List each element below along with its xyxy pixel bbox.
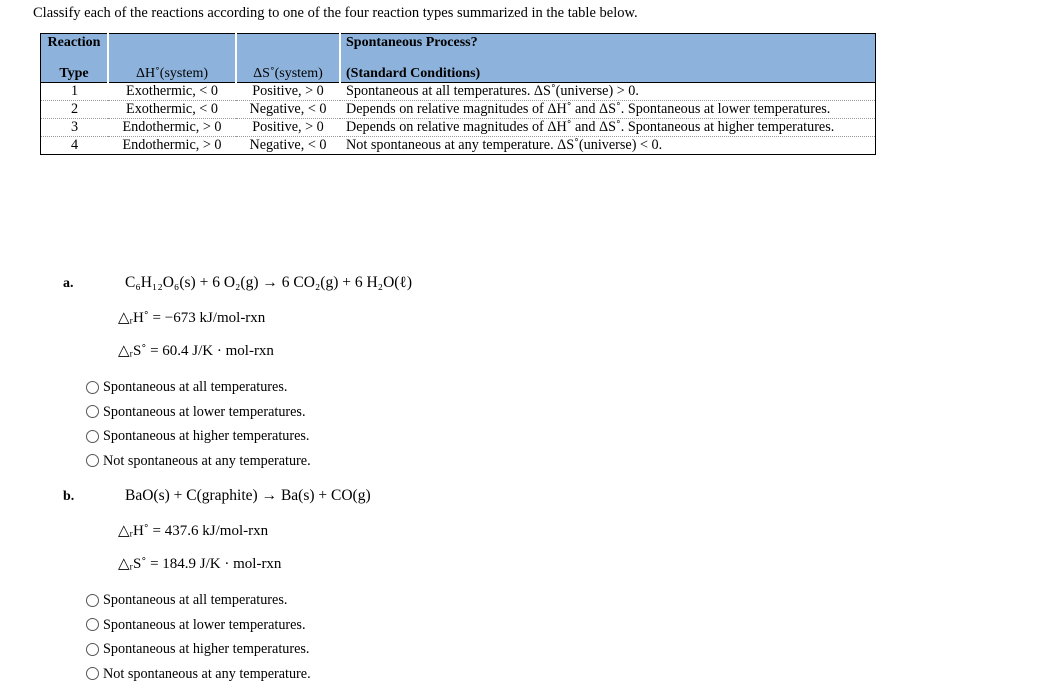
option-not-spontaneous-any-temperature[interactable]: Not spontaneous at any temperature. — [86, 449, 311, 474]
question-b-delta-h: △ᵣH˚ = 437.6 kJ/mol-rxn — [118, 523, 269, 539]
option-not-spontaneous-any-temperature[interactable]: Not spontaneous at any temperature. — [86, 662, 311, 687]
header-reaction-type: Reaction Type — [40, 33, 109, 83]
header-delta-h: ΔH˚(system) — [108, 33, 237, 83]
option-spontaneous-all-temperatures[interactable]: Spontaneous at all temperatures. — [86, 375, 311, 400]
option-spontaneous-all-temperatures[interactable]: Spontaneous at all temperatures. — [86, 588, 311, 613]
table-row: 2 Exothermic, < 0 Negative, < 0 Depends … — [40, 100, 876, 119]
row-description: Spontaneous at all temperatures. ΔS˚(uni… — [340, 82, 876, 101]
option-label: Spontaneous at higher temperatures. — [103, 428, 310, 445]
row-number: 2 — [40, 100, 108, 119]
option-label: Spontaneous at all temperatures. — [103, 379, 288, 396]
question-a-delta-s: △ᵣS˚ = 60.4 J/K · mol-rxn — [118, 343, 274, 359]
row-description: Depends on relative magnitudes of ΔH˚ an… — [340, 100, 876, 119]
header-spontaneous-line1: Spontaneous Process? — [346, 35, 478, 50]
header-delta-s-label: ΔS˚(system) — [253, 66, 323, 81]
row-description: Depends on relative magnitudes of ΔH˚ an… — [340, 118, 876, 137]
radio-button-icon[interactable] — [86, 642, 99, 656]
option-label: Spontaneous at higher temperatures. — [103, 641, 310, 658]
row-number: 4 — [70, 137, 79, 153]
option-label: Spontaneous at lower temperatures. — [103, 616, 306, 633]
question-b-equation: BaO(s) + C(graphite) → Ba(s) + CO(g) — [125, 487, 371, 504]
worksheet-page: Classify each of the reactions according… — [0, 0, 1039, 693]
question-b-options: Spontaneous at all temperatures. Spontan… — [86, 588, 311, 686]
row-delta-s: Negative, < 0 — [236, 100, 340, 119]
option-label: Spontaneous at lower temperatures. — [103, 403, 306, 420]
table-header-row: Reaction Type ΔH˚(system) ΔS˚(system) Sp… — [40, 33, 876, 83]
header-delta-s: ΔS˚(system) — [236, 33, 341, 83]
row-number: 3 — [40, 118, 108, 137]
table-row: 4 Endothermic, > 0 Negative, < 0 Not spo… — [41, 137, 876, 155]
option-spontaneous-lower-temperatures[interactable]: Spontaneous at lower temperatures. — [86, 400, 311, 425]
option-label: Spontaneous at all temperatures. — [103, 592, 288, 609]
question-a-options: Spontaneous at all temperatures. Spontan… — [86, 375, 311, 473]
header-reaction-type-line1: Reaction — [47, 35, 101, 50]
radio-button-icon[interactable] — [86, 429, 99, 443]
reaction-types-table-container: Reaction Type ΔH˚(system) ΔS˚(system) Sp… — [40, 33, 876, 155]
header-spontaneous-process: Spontaneous Process? (Standard Condition… — [340, 33, 876, 83]
question-a-delta-h: △ᵣH˚ = −673 kJ/mol-rxn — [118, 310, 266, 326]
option-spontaneous-higher-temperatures[interactable]: Spontaneous at higher temperatures. — [86, 424, 311, 449]
row-description: Not spontaneous at any temperature. ΔS˚(… — [346, 137, 663, 153]
row-delta-h: Exothermic, < 0 — [108, 100, 236, 119]
option-spontaneous-lower-temperatures[interactable]: Spontaneous at lower temperatures. — [86, 613, 311, 638]
header-reaction-type-line2: Type — [59, 66, 89, 81]
table-row: 3 Endothermic, > 0 Positive, > 0 Depends… — [40, 118, 876, 137]
radio-button-icon[interactable] — [86, 593, 99, 607]
row-delta-h: Endothermic, > 0 — [108, 118, 236, 137]
question-b-label: b. — [63, 489, 75, 504]
instruction-text: Classify each of the reactions according… — [33, 5, 638, 21]
question-a-equation: C₆H₁₂O₆(s) + 6 O₂(g) → 6 CO₂(g) + 6 H₂O(… — [125, 274, 413, 291]
row-delta-h: Endothermic, > 0 — [122, 137, 222, 153]
question-a-label: a. — [63, 276, 74, 291]
header-spontaneous-line2: (Standard Conditions) — [346, 66, 481, 81]
row-number: 1 — [40, 82, 108, 101]
radio-button-icon[interactable] — [86, 380, 99, 394]
radio-button-icon[interactable] — [86, 454, 99, 468]
option-label: Not spontaneous at any temperature. — [103, 665, 311, 682]
radio-button-icon[interactable] — [86, 405, 99, 419]
row-delta-s: Negative, < 0 — [249, 137, 327, 153]
row-delta-h: Exothermic, < 0 — [108, 82, 236, 101]
reaction-types-table: Reaction Type ΔH˚(system) ΔS˚(system) Sp… — [40, 33, 876, 155]
table-row: 1 Exothermic, < 0 Positive, > 0 Spontane… — [40, 82, 876, 101]
option-spontaneous-higher-temperatures[interactable]: Spontaneous at higher temperatures. — [86, 637, 311, 662]
radio-button-icon[interactable] — [86, 618, 99, 632]
question-b-delta-s: △ᵣS˚ = 184.9 J/K · mol-rxn — [118, 556, 282, 572]
row-delta-s: Positive, > 0 — [236, 82, 340, 101]
row-delta-s: Positive, > 0 — [236, 118, 340, 137]
option-label: Not spontaneous at any temperature. — [103, 452, 311, 469]
radio-button-icon[interactable] — [86, 667, 99, 681]
header-delta-h-label: ΔH˚(system) — [136, 66, 208, 81]
